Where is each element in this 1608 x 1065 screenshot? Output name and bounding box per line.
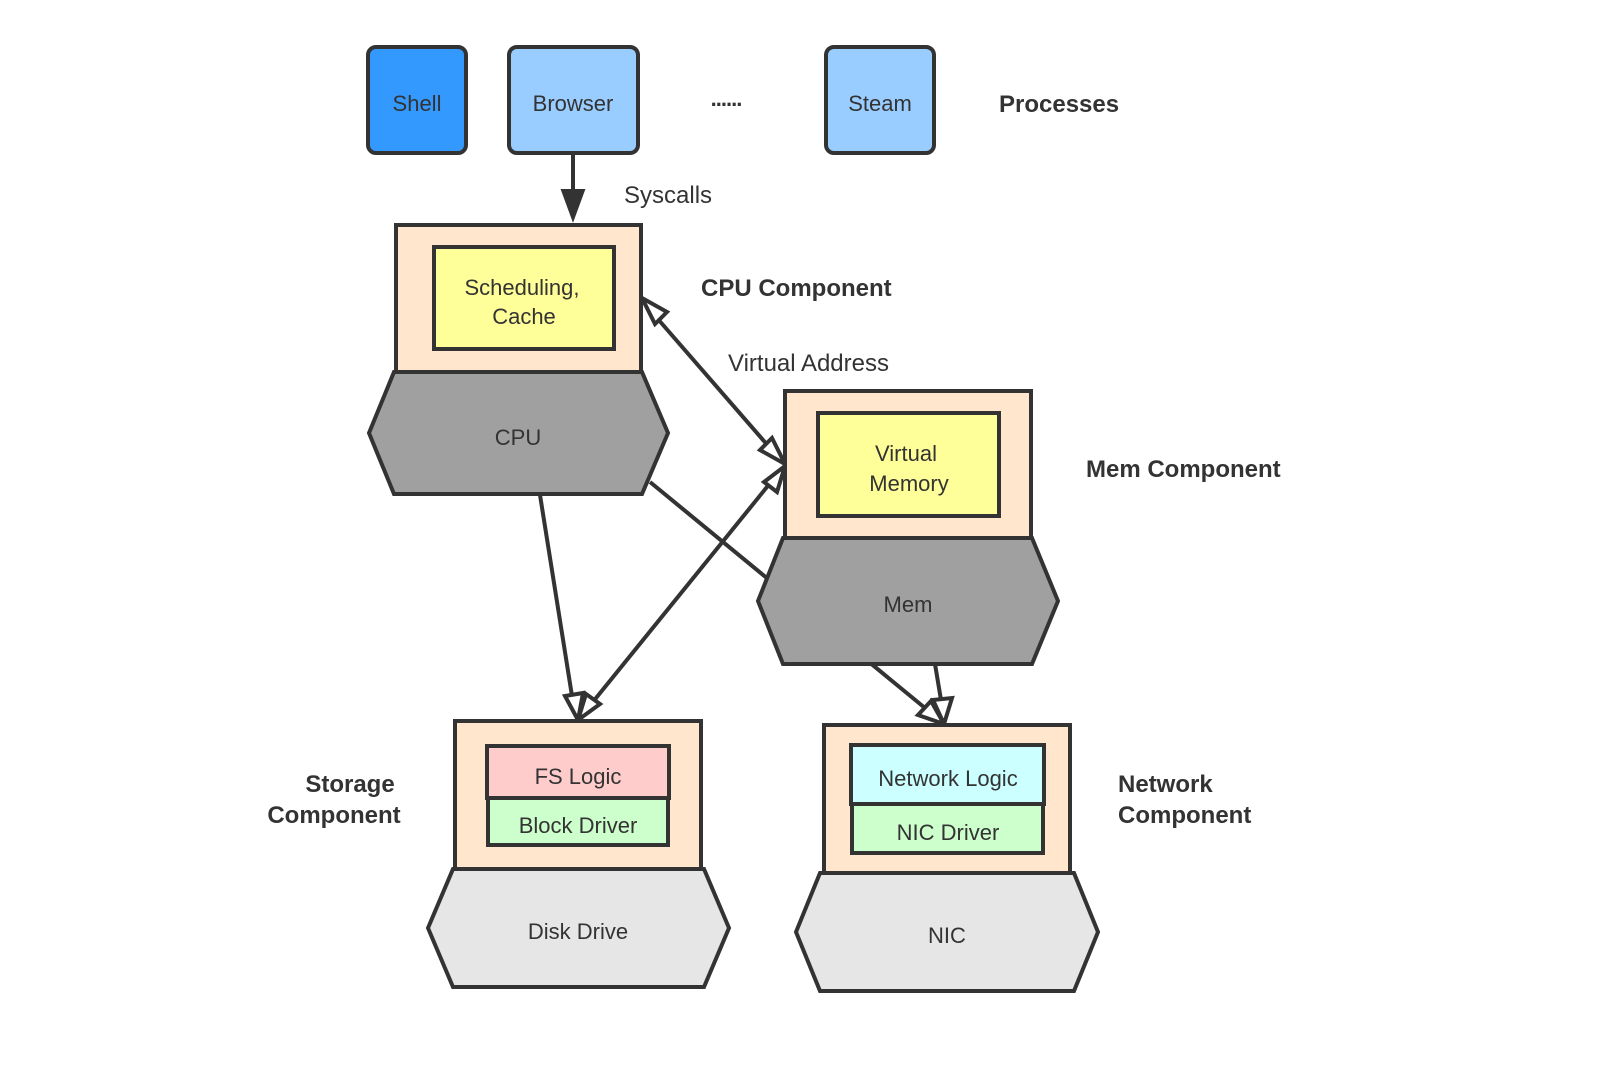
process-ellipsis: ......	[711, 86, 742, 111]
edge-cpu-storage-arrowhead	[561, 690, 586, 726]
nic-driver-label: NIC Driver	[897, 820, 1000, 845]
storage-component-label-line1: Storage	[305, 771, 394, 798]
cpu-scheduling-label-line1: Scheduling,	[465, 275, 580, 300]
virtual-address-label: Virtual Address	[728, 350, 889, 377]
edge-virtual-address-arrowhead-cpu	[637, 293, 671, 328]
network-logic-label: Network Logic	[878, 766, 1017, 791]
storage-component: FS Logic Block Driver Disk Drive Storage…	[267, 719, 732, 989]
virtual-memory-label-line2: Memory	[869, 471, 948, 496]
cpu-component-label: CPU Component	[701, 275, 892, 302]
process-browser[interactable]: Browser	[507, 45, 640, 155]
process-steam[interactable]: Steam	[824, 45, 936, 155]
edge-virtual-address[interactable]	[655, 316, 772, 450]
mem-component-label: Mem Component	[1086, 456, 1281, 483]
virtual-memory-label-line1: Virtual	[875, 441, 937, 466]
process-browser-label: Browser	[533, 91, 614, 116]
network-component-label-line1: Network	[1118, 771, 1213, 798]
storage-component-label-line2: Component	[267, 802, 400, 829]
nic-label: NIC	[928, 923, 966, 948]
process-shell-label: Shell	[393, 91, 442, 116]
process-shell[interactable]: Shell	[366, 45, 468, 155]
cpu-scheduling-label-line2: Cache	[492, 304, 556, 329]
fs-logic-label: FS Logic	[535, 764, 622, 789]
block-driver-label: Block Driver	[519, 813, 638, 838]
processes-group-label: Processes	[999, 91, 1119, 118]
process-steam-label: Steam	[848, 91, 912, 116]
edge-syscalls-arrowhead	[560, 189, 586, 223]
architecture-diagram: Shell Browser ...... Steam Processes Sys…	[267, 45, 1281, 993]
network-component: Network Logic NIC Driver NIC Network Com…	[793, 723, 1251, 993]
edge-storage-mem[interactable]	[590, 480, 773, 705]
disk-drive-label: Disk Drive	[528, 919, 628, 944]
processes-row: Shell Browser ...... Steam Processes	[366, 45, 1119, 155]
edge-mem-network[interactable]	[933, 663, 943, 701]
cpu-hardware-label: CPU	[495, 425, 541, 450]
mem-hardware-label: Mem	[884, 592, 933, 617]
syscalls-label: Syscalls	[624, 182, 712, 209]
edge-cpu-storage[interactable]	[538, 494, 574, 697]
mem-component: Virtual Memory Mem Mem Component	[755, 389, 1281, 666]
network-component-label-line2: Component	[1118, 802, 1251, 829]
